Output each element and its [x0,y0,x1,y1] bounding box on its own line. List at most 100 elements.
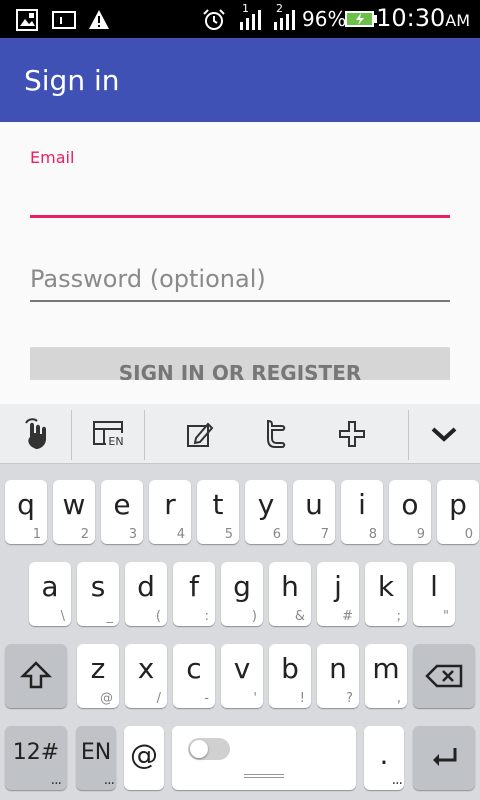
key-label: d [137,570,155,603]
key-secondary-label: 2 [80,527,89,542]
toolbar-divider [408,410,409,460]
key-label: i [358,488,366,521]
symbols-key[interactable]: 12# ... [5,726,67,790]
key-i[interactable]: i8 [341,480,383,544]
key-c[interactable]: c- [173,644,215,708]
key-more-dots: ... [50,772,62,788]
key-d[interactable]: d( [125,562,167,626]
space-key[interactable] [172,726,356,790]
key-secondary-label: 0 [464,527,473,542]
key-secondary-label: : [204,609,209,624]
at-key[interactable]: @ [124,726,164,790]
key-secondary-label: ; [396,609,401,624]
key-m[interactable]: m, [365,644,407,708]
key-label: t [212,488,224,521]
key-secondary-label: ? [346,691,353,706]
key-secondary-label: 8 [368,527,377,542]
key-label: s [90,570,106,603]
toggle-switch[interactable] [188,738,230,760]
key-secondary-label: ! [299,691,305,706]
toolbar-divider [144,410,145,460]
key-t[interactable]: t5 [197,480,239,544]
plus-icon[interactable] [324,404,380,464]
key-secondary-label: , [396,691,401,706]
key-secondary-label: 5 [224,527,233,542]
key-w[interactable]: w2 [53,480,95,544]
key-q[interactable]: q1 [5,480,47,544]
key-label: b [281,652,299,685]
shift-key[interactable] [5,644,67,708]
twitter-icon[interactable] [248,404,304,464]
soft-keyboard: EN q 1 w 2 e 3 r 4 t 5 y 6 u 7 i 8 o 9 p 0 a \ s _ d(f: g) h & j # k; l… [0,404,480,800]
email-field[interactable] [30,174,450,218]
key-f[interactable]: f: [173,562,215,626]
key-secondary-label: _ [106,609,114,624]
key-j[interactable]: j # [317,562,359,626]
key-label: a [41,570,59,603]
key-label: k [377,570,395,603]
key-k[interactable]: k; [365,562,407,626]
key-g[interactable]: g) [221,562,263,626]
language-key[interactable]: EN ... [76,726,116,790]
key-v[interactable]: v ' [221,644,263,708]
sim-1-label: 1 [242,2,249,15]
key-a[interactable]: a \ [29,562,71,626]
key-s[interactable]: s _ [77,562,119,626]
period-key[interactable]: . ... [364,726,404,790]
key-n[interactable]: n? [317,644,359,708]
layout-language-icon[interactable]: EN [80,404,140,464]
key-label: e [113,488,131,521]
key-b[interactable]: b! [269,644,311,708]
clock: 10:30AM [376,4,470,32]
language-key-label: EN [80,740,112,765]
key-label: j [334,570,342,603]
key-secondary-label: ' [253,691,257,706]
key-label: v [233,652,251,685]
key-secondary-label: ) [251,609,257,624]
symbols-key-label: 12# [12,740,60,765]
status-bar: 1 2 96% 10:30AM [0,0,480,38]
key-secondary-label: " [443,609,449,624]
enter-key[interactable] [413,726,475,790]
key-u[interactable]: u7 [293,480,335,544]
image-icon [16,9,38,35]
battery-percent: 96% [302,7,347,31]
sign-in-form: Email SIGN IN OR REGISTER [0,122,480,380]
space-indicator [244,777,284,778]
gesture-icon[interactable] [8,404,68,464]
sim-card-icon [52,9,76,35]
toolbar-divider [71,410,72,460]
key-secondary-label: & [294,609,305,624]
key-h[interactable]: h & [269,562,311,626]
backspace-key[interactable] [413,644,475,708]
at-key-label: @ [130,738,158,771]
key-label: w [62,488,86,521]
key-label: f [189,570,199,603]
key-label: y [257,488,275,521]
password-field[interactable] [30,258,450,302]
key-x[interactable]: x / [125,644,167,708]
key-l[interactable]: l " [413,562,455,626]
key-label: h [281,570,299,603]
key-o[interactable]: o9 [389,480,431,544]
app-bar: Sign in [0,38,480,122]
key-r[interactable]: r4 [149,480,191,544]
key-z[interactable]: z @ [77,644,119,708]
key-secondary-label: - [204,691,209,706]
key-e[interactable]: e3 [101,480,143,544]
key-p[interactable]: p0 [437,480,479,544]
key-secondary-label: / [156,691,161,706]
key-secondary-label: 3 [128,527,137,542]
key-secondary-label: \ [60,609,65,624]
edit-icon[interactable] [172,404,228,464]
key-y[interactable]: y6 [245,480,287,544]
warning-icon [88,9,110,35]
collapse-icon[interactable] [414,404,474,464]
key-more-dots: ... [103,772,115,788]
sign-in-button[interactable]: SIGN IN OR REGISTER [30,347,450,380]
key-label: o [401,488,419,521]
key-label: n [329,652,347,685]
key-more-dots: ... [391,772,403,788]
key-secondary-label: 1 [32,527,41,542]
key-secondary-label: 7 [320,527,329,542]
